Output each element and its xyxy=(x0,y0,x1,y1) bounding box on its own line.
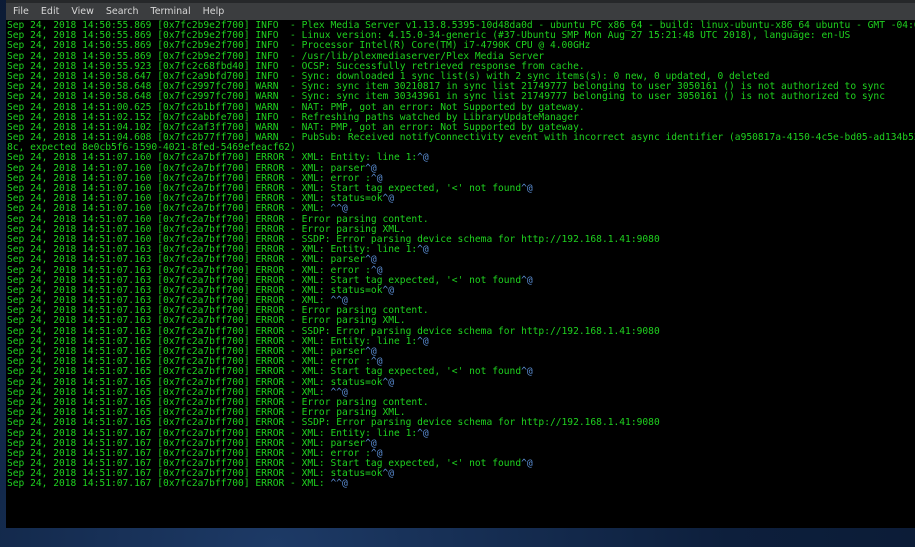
control-char: ^@ xyxy=(521,366,533,378)
control-char: ^@ xyxy=(382,193,395,205)
control-char: ^@ xyxy=(521,274,533,286)
log-thread-id: [0x7fc2a7bff700] xyxy=(157,478,250,490)
menu-edit[interactable]: Edit xyxy=(36,6,64,17)
menu-bar: File Edit View Search Terminal Help xyxy=(6,3,915,20)
menu-file[interactable]: File xyxy=(8,6,34,17)
log-line: Sep 24, 2018 14:51:07.167 [0x7fc2a7bff70… xyxy=(7,478,348,490)
control-char: ^@ xyxy=(382,468,395,480)
log-level: ERROR xyxy=(255,478,285,490)
menu-help[interactable]: Help xyxy=(198,6,230,17)
control-char: ^@ xyxy=(521,183,533,194)
log-message: PubSub: Received notifyConnectivity even… xyxy=(301,132,915,144)
menu-view[interactable]: View xyxy=(66,6,99,17)
control-char: ^@ xyxy=(382,284,395,296)
terminal-window: File Edit View Search Terminal Help Sep … xyxy=(6,0,915,528)
menu-search[interactable]: Search xyxy=(101,6,144,17)
control-char: ^^@ xyxy=(330,478,348,490)
control-char: ^@ xyxy=(417,152,429,164)
control-char: ^@ xyxy=(417,335,429,347)
terminal-output[interactable]: Sep 24, 2018 14:50:55.869 [0x7fc2b9e2f70… xyxy=(7,20,915,529)
log-message: XML: xyxy=(301,478,331,490)
control-char: ^@ xyxy=(382,376,395,388)
menu-terminal[interactable]: Terminal xyxy=(146,6,196,17)
log-timestamp: Sep 24, 2018 14:51:07.167 xyxy=(7,478,152,490)
control-char: ^@ xyxy=(417,244,429,256)
control-char: ^@ xyxy=(417,427,429,439)
control-char: ^@ xyxy=(521,458,533,470)
